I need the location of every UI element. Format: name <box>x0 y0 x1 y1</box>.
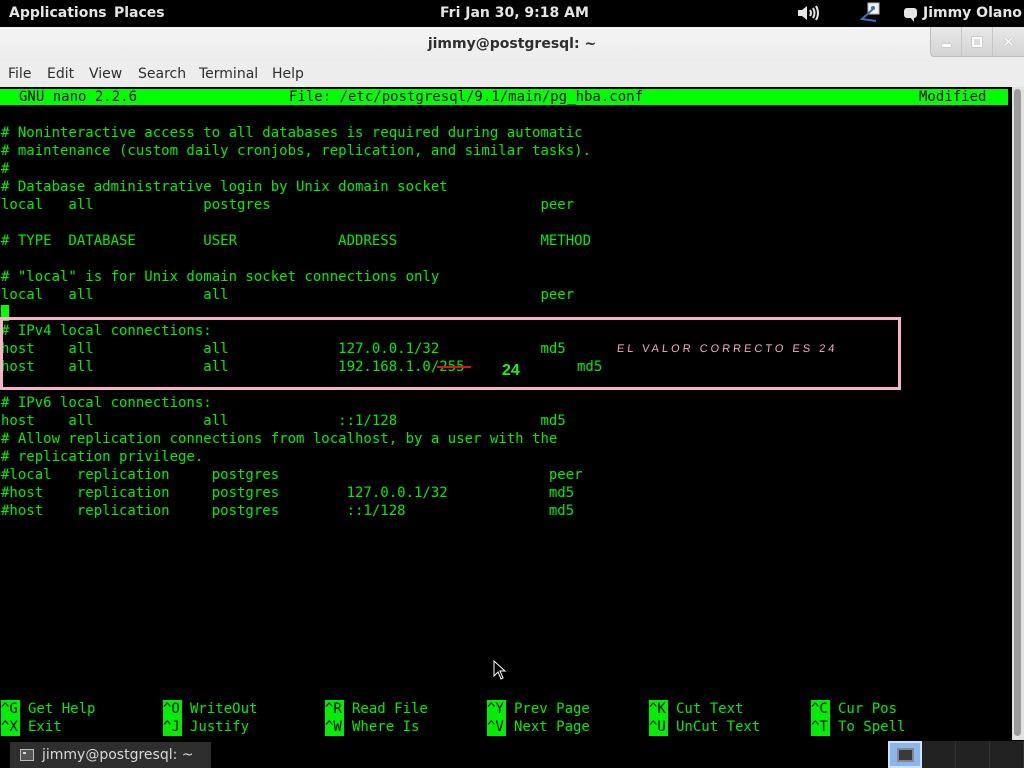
shortcut-label: Prev Page <box>514 701 590 717</box>
shortcut-label: Get Help <box>28 701 96 717</box>
shortcut-label: To Spell <box>838 719 906 735</box>
maximize-icon <box>972 36 982 47</box>
file-line: local all all peer <box>1 287 575 303</box>
minimize-icon <box>941 44 951 47</box>
menu-help[interactable]: Help <box>272 66 304 82</box>
shortcut-label: UnCut Text <box>676 719 761 735</box>
file-line: #host replication postgres 127.0.0.1/32 … <box>1 485 575 501</box>
nano-version: GNU nano 2.2.6 <box>19 89 138 105</box>
shortcut-key: ^K <box>649 700 668 718</box>
terminal-thumbnail-icon <box>896 747 914 762</box>
mouse-pointer-icon <box>493 660 507 680</box>
shortcut-key: ^J <box>163 718 182 736</box>
file-line: # "local" is for Unix domain socket conn… <box>1 269 440 285</box>
shortcut-label: Read File <box>352 701 428 717</box>
shortcut-label: Exit <box>28 719 62 735</box>
shortcut-key: ^V <box>487 718 506 736</box>
shortcut-exit[interactable]: ^X Exit <box>1 718 62 736</box>
terminal-icon <box>20 749 34 761</box>
shortcut-key: ^T <box>811 718 830 736</box>
menu-view[interactable]: View <box>89 66 122 82</box>
workspace-1[interactable] <box>888 741 922 768</box>
window-title: jimmy@postgresql: ~ <box>427 36 597 52</box>
file-line: #local replication postgres peer <box>1 467 583 483</box>
shortcut-cur-pos[interactable]: ^C Cur Pos <box>811 700 897 718</box>
shortcut-key: ^X <box>1 718 20 736</box>
taskbar-window-button[interactable]: jimmy@postgresql: ~ <box>10 742 211 768</box>
terminal-area[interactable]: GNU nano 2.2.6 File: /etc/postgresql/9.1… <box>0 87 1012 740</box>
shortcut-uncut-text[interactable]: ^U UnCut Text <box>649 718 760 736</box>
shortcut-label: WriteOut <box>190 701 258 717</box>
taskbar-window-label: jimmy@postgresql: ~ <box>42 747 194 763</box>
shortcut-label: Cur Pos <box>838 701 898 717</box>
shortcut-where-is[interactable]: ^W Where Is <box>325 718 419 736</box>
top-panel: Applications Places Fri Jan 30, 9:18 AM … <box>0 0 1024 27</box>
volume-icon[interactable] <box>796 3 822 23</box>
shortcut-label: Where Is <box>352 719 420 735</box>
shortcut-read-file[interactable]: ^R Read File <box>325 700 428 718</box>
file-line: # TYPE DATABASE USER ADDRESS METHOD <box>1 233 592 249</box>
file-line: # IPv6 local connections: <box>1 395 212 411</box>
terminal-scrollbar[interactable] <box>1012 87 1024 740</box>
file-line: # <box>1 161 10 177</box>
shortcut-get-help[interactable]: ^G Get Help <box>1 700 95 718</box>
shortcut-label: Justify <box>190 719 250 735</box>
shortcut-key: ^G <box>1 700 20 718</box>
workspace-switcher <box>888 741 1024 768</box>
close-button[interactable]: ✕ <box>993 27 1024 56</box>
shortcut-next-page[interactable]: ^V Next Page <box>487 718 590 736</box>
chat-icon <box>904 8 917 22</box>
user-name: Jimmy Olano <box>923 5 1022 21</box>
user-menu[interactable]: Jimmy Olano <box>904 5 1022 22</box>
menubar: File Edit View Search Terminal Help <box>0 62 1024 87</box>
file-line: # maintenance (custom daily cronjobs, re… <box>1 143 592 159</box>
clock[interactable]: Fri Jan 30, 9:18 AM <box>440 5 589 21</box>
file-line: # Allow replication connections from loc… <box>1 431 558 447</box>
file-line: # replication privilege. <box>1 449 204 465</box>
shortcut-key: ^Y <box>487 700 506 718</box>
applications-menu[interactable]: Applications <box>9 5 107 21</box>
window-titlebar[interactable]: jimmy@postgresql: ~ ✕ <box>0 27 1024 62</box>
close-icon: ✕ <box>1002 32 1015 51</box>
scrollbar-thumb[interactable] <box>1014 89 1021 736</box>
file-line: host all all ::1/128 md5 <box>1 413 566 429</box>
file-line: #host replication postgres ::1/128 md5 <box>1 503 575 519</box>
shortcut-justify[interactable]: ^J Justify <box>163 718 249 736</box>
shortcut-cut-text[interactable]: ^K Cut Text <box>649 700 743 718</box>
shortcut-key: ^R <box>325 700 344 718</box>
workspace-2[interactable] <box>922 741 956 768</box>
shortcut-prev-page[interactable]: ^Y Prev Page <box>487 700 590 718</box>
maximize-button[interactable] <box>962 27 993 56</box>
file-line: # Noninteractive access to all databases… <box>1 125 583 141</box>
shortcut-key: ^C <box>811 700 830 718</box>
annotation-note: El valor correcto es 24 <box>616 343 839 355</box>
file-line: # Database administrative login by Unix … <box>1 179 448 195</box>
network-icon[interactable] <box>858 2 882 24</box>
shortcut-key: ^O <box>163 700 182 718</box>
shortcut-label: Cut Text <box>676 701 744 717</box>
workspace-4[interactable] <box>990 741 1024 768</box>
shortcut-to-spell[interactable]: ^T To Spell <box>811 718 905 736</box>
window-controls: ✕ <box>930 27 1024 57</box>
nano-modified-status: Modified <box>919 89 987 105</box>
shortcut-key: ^U <box>649 718 668 736</box>
bottom-taskbar: jimmy@postgresql: ~ <box>0 740 1024 768</box>
minimize-button[interactable] <box>931 27 962 56</box>
menu-file[interactable]: File <box>8 66 31 82</box>
shortcut-label: Next Page <box>514 719 590 735</box>
menu-terminal[interactable]: Terminal <box>199 66 258 82</box>
annotation-correction: 24 <box>502 362 520 379</box>
workspace-3[interactable] <box>956 741 990 768</box>
shortcut-key: ^W <box>325 718 344 736</box>
nano-title-bar: GNU nano 2.2.6 File: /etc/postgresql/9.1… <box>0 89 1008 105</box>
menu-edit[interactable]: Edit <box>47 66 74 82</box>
shortcut-writeout[interactable]: ^O WriteOut <box>163 700 257 718</box>
file-line: local all postgres peer <box>1 197 575 213</box>
menu-search[interactable]: Search <box>138 66 186 82</box>
nano-file-path: File: /etc/postgresql/9.1/main/pg_hba.co… <box>289 89 644 105</box>
places-menu[interactable]: Places <box>114 5 165 21</box>
